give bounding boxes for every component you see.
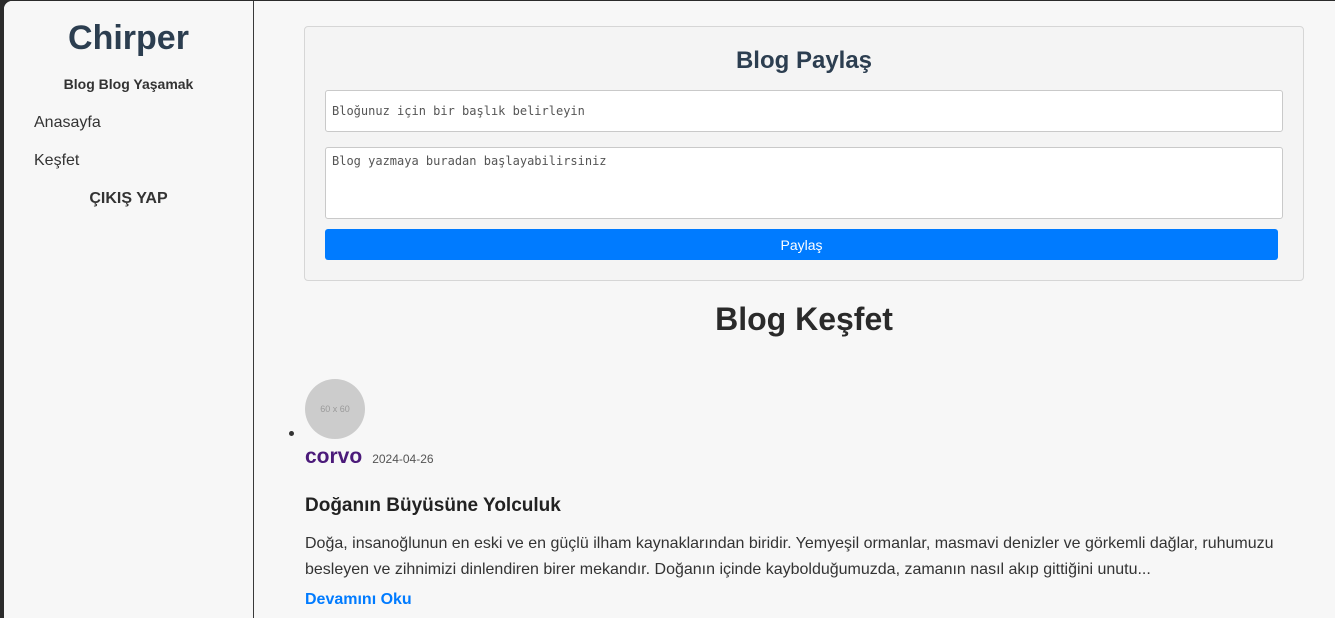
post-meta: corvo 2024-04-26 xyxy=(305,445,1325,469)
avatar[interactable]: 60 x 60 xyxy=(305,379,365,439)
nav-explore-link[interactable]: Keşfet xyxy=(34,152,253,170)
post-author[interactable]: corvo xyxy=(305,445,362,469)
share-button[interactable]: Paylaş xyxy=(325,229,1278,260)
blog-body-textarea[interactable] xyxy=(325,147,1283,219)
post-excerpt: Doğa, insanoğlunun en eski ve en güçlü i… xyxy=(305,535,1274,578)
list-bullet xyxy=(289,431,294,436)
nav-home-link[interactable]: Anasayfa xyxy=(34,114,253,132)
post-title: Doğanın Büyüsüne Yolculuk xyxy=(305,495,561,516)
blog-title-input[interactable] xyxy=(325,90,1283,132)
read-more-link[interactable]: Devamını Oku xyxy=(305,591,412,609)
sidebar: Chirper Blog Blog Yaşamak Anasayfa Keşfe… xyxy=(4,1,254,618)
share-title: Blog Paylaş xyxy=(735,47,873,74)
logout-button[interactable]: ÇIKIŞ YAP xyxy=(4,190,253,208)
explore-title: Blog Keşfet xyxy=(715,301,893,337)
list-item: 60 x 60 corvo 2024-04-26 Doğanın Büyüsün… xyxy=(289,379,1325,609)
post-date: 2024-04-26 xyxy=(372,452,434,466)
share-blog-card: Blog Paylaş Paylaş xyxy=(304,26,1304,281)
brand-logo[interactable]: Chirper xyxy=(4,19,253,58)
main-content: Blog Paylaş Paylaş Blog Keşfet 60 x 60 c… xyxy=(255,1,1335,618)
app-window: Chirper Blog Blog Yaşamak Anasayfa Keşfe… xyxy=(4,1,1335,618)
tagline: Blog Blog Yaşamak xyxy=(63,76,194,92)
